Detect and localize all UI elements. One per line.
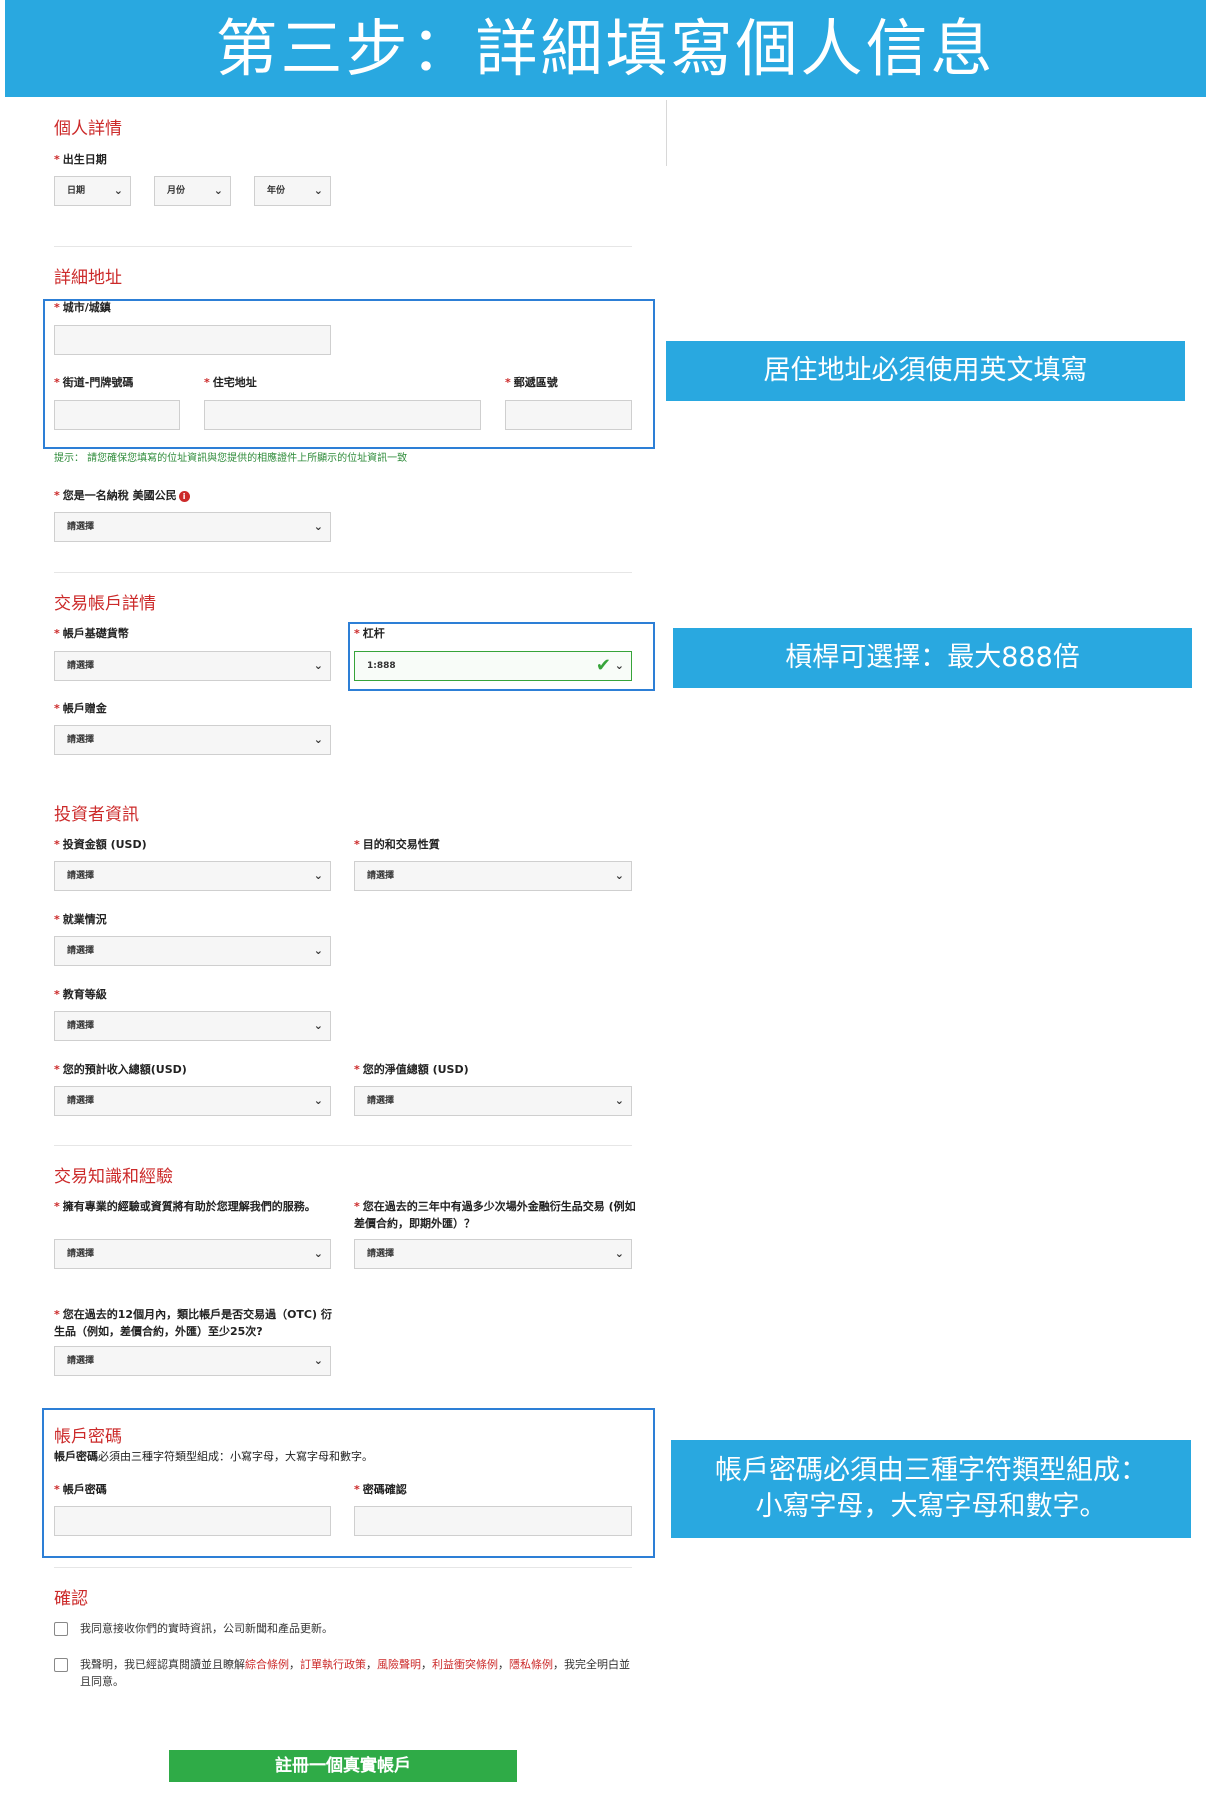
income-select[interactable]: 請選擇 ⌄ (54, 1086, 331, 1116)
currency-label: * 帳戶基礎貨幣 (54, 627, 129, 640)
leverage-label: * 杠杆 (354, 627, 385, 640)
chevron-down-icon: ⌄ (313, 1247, 323, 1260)
chevron-down-icon: ⌄ (614, 659, 624, 672)
chevron-down-icon: ⌄ (313, 184, 323, 197)
chevron-down-icon: ⌄ (313, 1019, 323, 1032)
chevron-down-icon: ⌄ (614, 869, 624, 882)
postal-input[interactable] (505, 400, 632, 430)
callout-password: 帳戶密碼必須由三種字符類型組成： 小寫字母，大寫字母和數字。 (671, 1440, 1191, 1538)
bonus-label: * 帳戶贈金 (54, 702, 107, 715)
link-risk-disclosure[interactable]: 風險聲明 (377, 1658, 421, 1671)
link-general-terms[interactable]: 綜合條例 (245, 1658, 289, 1671)
dob-year-select[interactable]: 年份 ⌄ (254, 176, 331, 206)
chevron-down-icon: ⌄ (313, 520, 323, 533)
link-privacy-policy[interactable]: 隱私條例 (509, 1658, 553, 1671)
password-label: * 帳戶密碼 (54, 1483, 107, 1496)
password-input[interactable] (54, 1506, 331, 1536)
us-taxpayer-label: * 您是一名納稅 美國公民 i (54, 487, 190, 504)
chevron-down-icon: ⌄ (614, 1094, 624, 1107)
employment-label: * 就業情況 (54, 913, 107, 926)
income-label: * 您的預計收入總額(USD) (54, 1063, 187, 1076)
column-divider (666, 100, 667, 166)
info-icon[interactable]: i (178, 490, 190, 502)
chevron-down-icon: ⌄ (313, 659, 323, 672)
section-title-address: 詳細地址 (54, 268, 122, 288)
chevron-down-icon: ⌄ (213, 184, 223, 197)
purpose-label: * 目的和交易性質 (354, 838, 440, 851)
purpose-select[interactable]: 請選擇 ⌄ (354, 861, 632, 891)
link-conflict-of-interest[interactable]: 利益衝突條例 (432, 1658, 498, 1671)
city-label: * 城市/城鎮 (54, 301, 111, 314)
address-hint: 提示： 請您確保您填寫的位址資訊與您提供的相應證件上所顯示的位址資訊一致 (54, 453, 408, 464)
section-title-account: 交易帳戶詳情 (54, 594, 156, 614)
callout-address: 居住地址必須使用英文填寫 (666, 341, 1185, 401)
register-real-account-button[interactable]: 註冊一個真實帳戶 (169, 1750, 517, 1782)
agree-terms-text: 我聲明，我已經認真閱讀並且瞭解綜合條例，訂單執行政策，風險聲明，利益衝突條例，隱… (80, 1658, 630, 1688)
networth-select[interactable]: 請選擇 ⌄ (354, 1086, 632, 1116)
link-order-execution[interactable]: 訂單執行政策 (300, 1658, 366, 1671)
us-taxpayer-select[interactable]: 請選擇 ⌄ (54, 512, 331, 542)
knowledge-q2-label: * 您在過去的三年中有過多少次場外金融衍生品交易 (例如差價合約，即期外匯）？ (354, 1200, 636, 1230)
amount-select[interactable]: 請選擇 ⌄ (54, 861, 331, 891)
chevron-down-icon: ⌄ (313, 944, 323, 957)
knowledge-q3-label: * 您在過去的12個月內，類比帳戶是否交易過（OTC) 衍生品（例如，差價合約，外… (54, 1308, 332, 1338)
knowledge-q1-select[interactable]: 請選擇 ⌄ (54, 1239, 331, 1269)
password-confirm-input[interactable] (354, 1506, 632, 1536)
section-title-password: 帳戶密碼 (54, 1427, 122, 1447)
knowledge-q2-select[interactable]: 請選擇 ⌄ (354, 1239, 632, 1269)
section-title-personal: 個人詳情 (54, 119, 122, 139)
agree-terms-checkbox[interactable] (54, 1658, 68, 1672)
chevron-down-icon: ⌄ (614, 1247, 624, 1260)
postal-label: * 郵遞區號 (505, 376, 558, 389)
dob-day-select[interactable]: 日期 ⌄ (54, 176, 131, 206)
section-divider (54, 246, 632, 247)
street-input[interactable] (54, 400, 180, 430)
section-divider (54, 1567, 632, 1568)
checkmark-icon: ✔ (595, 655, 611, 676)
residence-input[interactable] (204, 400, 481, 430)
amount-label: * 投資金額 (USD) (54, 838, 147, 851)
street-label: * 街道-門牌號碼 (54, 376, 134, 389)
currency-select[interactable]: 請選擇 ⌄ (54, 651, 331, 681)
knowledge-q1-label: * 擁有專業的經驗或資質將有助於您理解我們的服務。 (54, 1200, 316, 1213)
bonus-select[interactable]: 請選擇 ⌄ (54, 725, 331, 755)
agree-updates-text: 我同意接收你們的實時資訊，公司新聞和產品更新。 (80, 1622, 333, 1635)
page-banner: 第三步：詳細填寫個人信息 (5, 0, 1206, 97)
employment-select[interactable]: 請選擇 ⌄ (54, 936, 331, 966)
chevron-down-icon: ⌄ (313, 1094, 323, 1107)
dob-label: * 出生日期 (54, 153, 107, 166)
section-divider (54, 1145, 632, 1146)
education-label: * 教育等級 (54, 988, 107, 1001)
chevron-down-icon: ⌄ (313, 1354, 323, 1367)
chevron-down-icon: ⌄ (313, 733, 323, 746)
agree-updates-checkbox[interactable] (54, 1622, 68, 1636)
password-requirement-note: 帳戶密碼必須由三種字符類型組成：小寫字母，大寫字母和數字。 (54, 1450, 373, 1463)
chevron-down-icon: ⌄ (113, 184, 123, 197)
chevron-down-icon: ⌄ (313, 869, 323, 882)
callout-leverage: 槓桿可選擇：最大888倍 (673, 628, 1192, 688)
residence-label: * 住宅地址 (204, 376, 257, 389)
banner-title: 第三步：詳細填寫個人信息 (215, 12, 996, 85)
dob-month-select[interactable]: 月份 ⌄ (154, 176, 231, 206)
section-title-confirm: 確認 (54, 1589, 88, 1609)
networth-label: * 您的淨值總額 (USD) (354, 1063, 469, 1076)
leverage-select[interactable]: 1:888 ✔ ⌄ (354, 651, 632, 681)
password-confirm-label: * 密碼確認 (354, 1483, 407, 1496)
section-divider (54, 572, 632, 573)
education-select[interactable]: 請選擇 ⌄ (54, 1011, 331, 1041)
section-title-investor: 投資者資訊 (54, 805, 139, 825)
city-input[interactable] (54, 325, 331, 355)
knowledge-q3-select[interactable]: 請選擇 ⌄ (54, 1346, 331, 1376)
section-title-knowledge: 交易知識和經驗 (54, 1167, 173, 1187)
